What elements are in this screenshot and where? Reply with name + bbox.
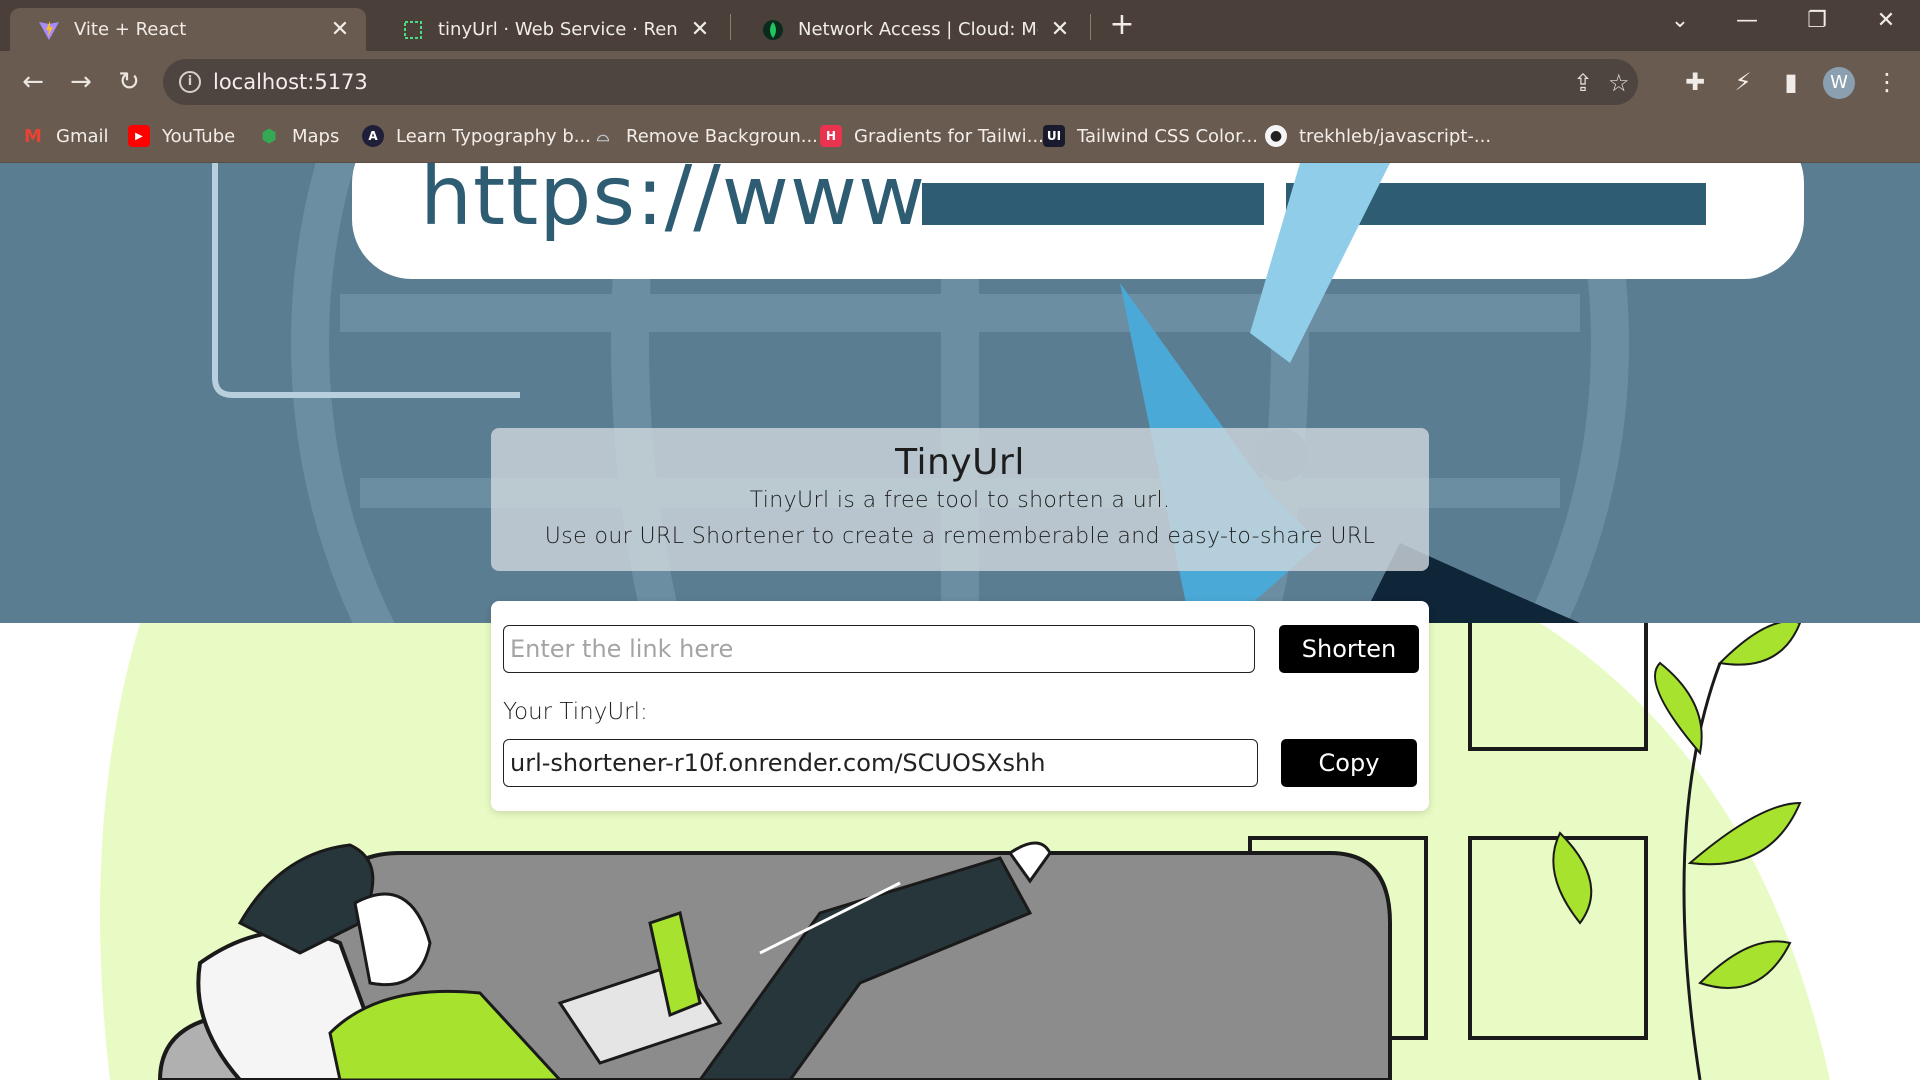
tab-separator [730, 14, 731, 40]
tab-separator [1090, 14, 1091, 40]
intro-line-2: Use our URL Shortener to create a rememb… [544, 524, 1376, 549]
profile-avatar[interactable]: W [1823, 67, 1855, 99]
github-icon: ● [1265, 125, 1287, 147]
gmail-icon: M [24, 125, 42, 147]
render-icon [402, 19, 424, 41]
mongodb-leaf-icon [762, 19, 784, 41]
restore-icon[interactable]: ❐ [1797, 8, 1837, 33]
site-info-icon[interactable]: i [179, 71, 201, 93]
bookmark-label: Tailwind CSS Color... [1077, 125, 1258, 147]
youtube-icon: ▶ [128, 125, 150, 147]
intro-line-1: TinyUrl is a free tool to shorten a url. [749, 488, 1171, 513]
tab-close-icon[interactable]: ✕ [688, 17, 712, 42]
bookmark-gradients[interactable]: H Gradients for Tailwi... [820, 125, 1044, 147]
bookmark-typography[interactable]: A Learn Typography b... [362, 125, 591, 147]
address-url[interactable]: localhost:5173 [213, 70, 368, 94]
bookmark-remove-bg[interactable]: ⌓ Remove Backgroun... [592, 125, 818, 147]
copy-button[interactable]: Copy [1281, 739, 1417, 787]
tab-mongodb[interactable]: Network Access | Cloud: MongoD ✕ [734, 8, 1086, 51]
back-icon[interactable]: ← [16, 65, 50, 99]
extensions-icon[interactable]: ✚ [1678, 65, 1712, 99]
browser-tab-bar: Vite + React ✕ tinyUrl · Web Service · R… [0, 0, 1920, 51]
bookmark-gmail[interactable]: M Gmail [22, 125, 109, 147]
bookmark-youtube[interactable]: ▶ YouTube [128, 125, 235, 147]
reload-icon[interactable]: ↻ [112, 65, 146, 99]
app-title: TinyUrl [895, 442, 1025, 483]
ui-icon: UI [1043, 125, 1065, 147]
address-bar[interactable]: i localhost:5173 ⇪ ☆ [163, 59, 1638, 105]
minimize-icon[interactable]: — [1727, 8, 1767, 33]
bookmark-label: trekhleb/javascript-... [1299, 125, 1492, 147]
shortener-form: Shorten Your TinyUrl: Copy [491, 601, 1429, 811]
tab-close-icon[interactable]: ✕ [1048, 17, 1072, 42]
bookmark-label: Gmail [56, 125, 109, 147]
page-viewport: https://www TinyUrl TinyUrl is a free to… [0, 163, 1920, 1080]
new-tab-icon[interactable]: + [1106, 10, 1138, 40]
tab-render[interactable]: tinyUrl · Web Service · Render D ✕ [374, 8, 726, 51]
shorten-button[interactable]: Shorten [1279, 625, 1419, 673]
typography-icon: A [362, 125, 384, 147]
tab-vite-react[interactable]: Vite + React ✕ [10, 8, 366, 51]
remove-bg-icon: ⌓ [596, 126, 610, 145]
bookmark-github[interactable]: ● trekhleb/javascript-... [1265, 125, 1491, 147]
bookmark-label: Remove Backgroun... [626, 125, 818, 147]
bookmark-maps[interactable]: ⬢ Maps [258, 125, 339, 147]
tab-title: tinyUrl · Web Service · Render D [438, 19, 678, 40]
browser-toolbar: ← → ↻ i localhost:5173 ⇪ ☆ ✚ ⚡ ▮ W ⋮ [0, 51, 1920, 113]
bookmarks-bar: M Gmail ▶ YouTube ⬢ Maps A Learn Typogra… [0, 113, 1920, 163]
maps-icon: ⬢ [261, 125, 277, 147]
tab-search-chevron-icon[interactable]: ⌄ [1660, 8, 1700, 33]
tab-title: Network Access | Cloud: MongoD [798, 19, 1038, 40]
hypercolor-icon: H [820, 125, 842, 147]
bookmark-tailwind-colors[interactable]: UI Tailwind CSS Color... [1043, 125, 1258, 147]
result-label: Your TinyUrl: [503, 699, 648, 725]
bookmark-label: Learn Typography b... [396, 125, 591, 147]
forward-icon[interactable]: → [64, 65, 98, 99]
performance-icon[interactable]: ⚡ [1726, 65, 1760, 99]
bookmark-label: Maps [292, 125, 340, 147]
hero-url-art-text: https://www [420, 163, 927, 244]
tab-close-icon[interactable]: ✕ [328, 17, 352, 42]
bookmark-label: Gradients for Tailwi... [854, 125, 1044, 147]
bookmark-star-icon[interactable]: ☆ [1608, 69, 1630, 97]
close-window-icon[interactable]: ✕ [1866, 8, 1906, 33]
short-url-output[interactable] [503, 739, 1258, 787]
intro-card: TinyUrl TinyUrl is a free tool to shorte… [491, 428, 1429, 571]
tab-title: Vite + React [74, 19, 187, 40]
side-panel-icon[interactable]: ▮ [1774, 65, 1808, 99]
link-input[interactable] [503, 625, 1255, 673]
bookmark-label: YouTube [162, 125, 236, 147]
share-icon[interactable]: ⇪ [1573, 69, 1593, 97]
menu-kebab-icon[interactable]: ⋮ [1870, 65, 1904, 99]
vite-icon [38, 19, 60, 41]
